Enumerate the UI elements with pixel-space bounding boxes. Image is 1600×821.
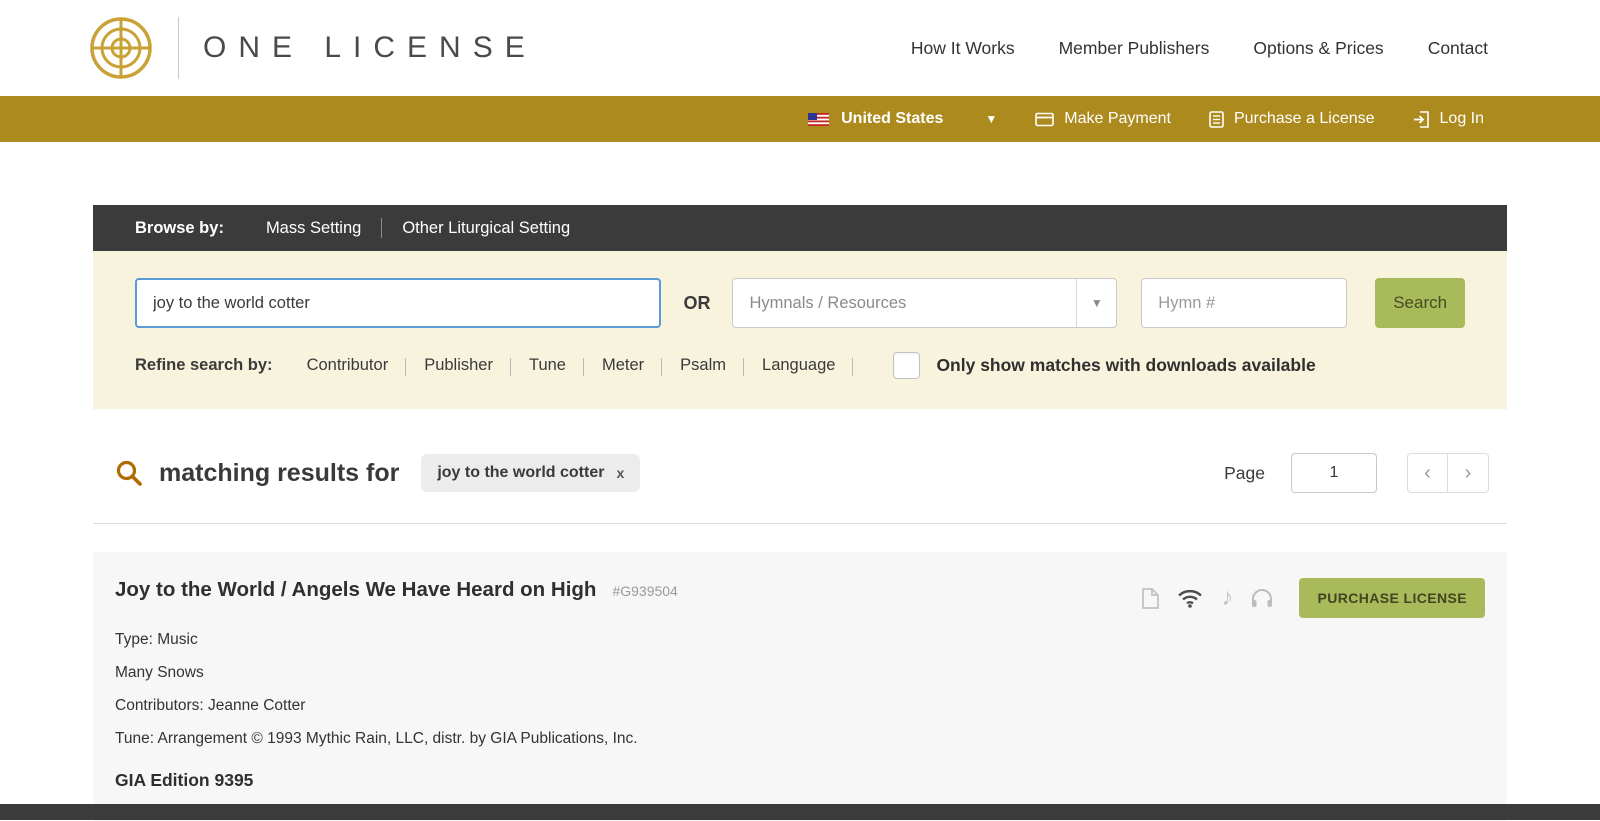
browse-by-label: Browse by:	[135, 218, 224, 237]
main-nav: How It Works Member Publishers Options &…	[911, 38, 1488, 59]
search-term-chip: joy to the world cotter x	[421, 454, 641, 492]
nav-options-prices[interactable]: Options & Prices	[1253, 38, 1383, 59]
refine-contributor[interactable]: Contributor	[289, 356, 407, 376]
credit-card-icon	[1035, 112, 1055, 127]
chip-close-icon[interactable]: x	[616, 465, 624, 481]
browse-mass-setting[interactable]: Mass Setting	[246, 219, 381, 238]
chevron-down-icon[interactable]: ▼	[985, 112, 997, 126]
search-icon	[115, 459, 143, 487]
music-note-icon: ♪	[1221, 584, 1234, 611]
nav-how-it-works[interactable]: How It Works	[911, 38, 1015, 59]
refine-publisher[interactable]: Publisher	[406, 356, 511, 376]
onelicense-logo-icon	[88, 15, 154, 81]
nav-contact[interactable]: Contact	[1428, 38, 1488, 59]
brand-divider	[178, 17, 179, 79]
log-in-link[interactable]: Log In	[1413, 110, 1484, 128]
file-icon	[1142, 587, 1160, 609]
prev-page-button[interactable]: ‹	[1407, 453, 1448, 493]
result-collection: Many Snows	[115, 664, 204, 681]
next-page-button[interactable]: ›	[1448, 453, 1489, 493]
purchase-license-label: Purchase a License	[1233, 110, 1375, 127]
browse-bar: Browse by: Mass Setting Other Liturgical…	[93, 205, 1507, 251]
refine-tune[interactable]: Tune	[511, 356, 584, 376]
result-contributors: Contributors: Jeanne Cotter	[115, 697, 306, 714]
page-number-input[interactable]	[1291, 453, 1377, 493]
refine-psalm[interactable]: Psalm	[662, 356, 744, 376]
results-header: matching results for joy to the world co…	[93, 453, 1507, 493]
result-id: #G939504	[612, 583, 678, 599]
document-icon	[1209, 110, 1224, 128]
result-edition: GIA Edition 9395	[115, 770, 254, 790]
login-icon	[1413, 110, 1430, 128]
brand[interactable]: ONE LICENSE	[88, 15, 537, 81]
search-query-input[interactable]	[135, 278, 662, 328]
downloads-available-checkbox[interactable]	[893, 352, 921, 379]
country-label: United States	[841, 110, 944, 127]
brand-name: ONE LICENSE	[203, 31, 537, 64]
browse-other-liturgical-setting[interactable]: Other Liturgical Setting	[382, 219, 590, 238]
headphones-icon	[1251, 588, 1273, 608]
refine-meter[interactable]: Meter	[584, 356, 663, 376]
us-flag-icon	[808, 112, 830, 126]
downloads-available-label: Only show matches with downloads availab…	[936, 355, 1316, 375]
make-payment-label: Make Payment	[1064, 110, 1171, 127]
or-label: OR	[683, 292, 711, 313]
hymnals-resources-select[interactable]: Hymnals / Resources ▼	[732, 278, 1118, 328]
refine-language[interactable]: Language	[744, 356, 854, 376]
search-module: Browse by: Mass Setting Other Liturgical…	[93, 205, 1507, 409]
chevron-down-icon[interactable]: ▼	[1076, 279, 1116, 327]
hymnals-resources-placeholder: Hymnals / Resources	[749, 293, 907, 312]
footer-strip	[0, 804, 1600, 820]
purchase-license-button[interactable]: PURCHASE LICENSE	[1299, 578, 1485, 618]
results-heading: matching results for	[159, 458, 400, 487]
utility-bar: United States ▼ Make Payment Purchase a …	[0, 96, 1600, 142]
hymn-number-input[interactable]	[1141, 278, 1348, 328]
make-payment-link[interactable]: Make Payment	[1035, 110, 1171, 128]
pager: ‹ ›	[1407, 453, 1489, 493]
log-in-label: Log In	[1439, 110, 1484, 127]
results-divider	[93, 523, 1507, 524]
refine-search-label: Refine search by:	[135, 356, 273, 374]
search-panel: OR Hymnals / Resources ▼ Search Refine s…	[93, 251, 1507, 409]
search-term-chip-label: joy to the world cotter	[437, 464, 605, 481]
result-type: Type: Music	[115, 631, 198, 648]
result-title[interactable]: Joy to the World / Angels We Have Heard …	[115, 578, 596, 602]
country-selector[interactable]: United States ▼	[808, 110, 997, 128]
result-tune: Tune: Arrangement © 1993 Mythic Rain, LL…	[115, 730, 638, 747]
nav-member-publishers[interactable]: Member Publishers	[1059, 38, 1210, 59]
page-label: Page	[1224, 462, 1265, 483]
site-header: ONE LICENSE How It Works Member Publishe…	[0, 0, 1600, 96]
purchase-license-link[interactable]: Purchase a License	[1209, 110, 1375, 128]
result-card: Joy to the World / Angels We Have Heard …	[93, 552, 1507, 821]
wifi-icon	[1177, 588, 1203, 608]
search-button[interactable]: Search	[1375, 278, 1465, 328]
